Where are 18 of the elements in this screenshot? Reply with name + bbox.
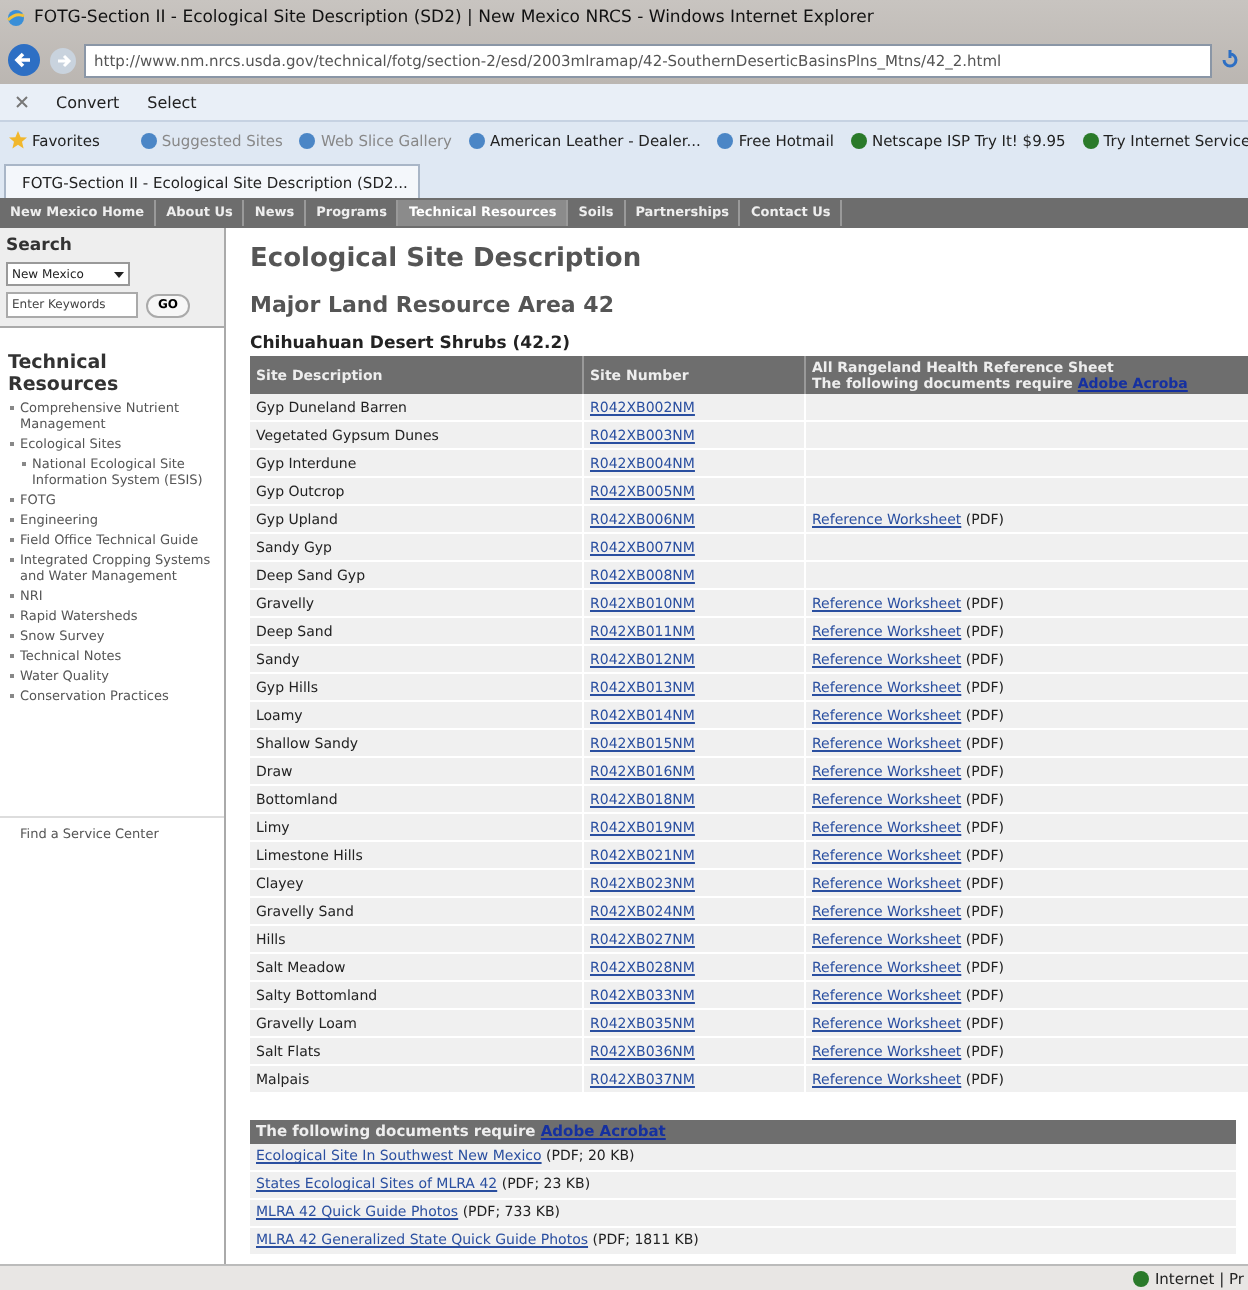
back-button[interactable] <box>6 42 42 78</box>
search-title: Search <box>6 236 74 256</box>
close-icon[interactable] <box>16 96 28 108</box>
globe-icon <box>849 131 868 149</box>
refresh-icon[interactable] <box>1218 48 1242 72</box>
globe-icon <box>1132 1269 1151 1287</box>
table-title: Chihuahuan Desert Shrubs (42.2) <box>250 334 573 354</box>
star-icon <box>8 130 28 150</box>
section-title: Technical Resources <box>6 350 121 400</box>
window-title: FOTG-Section II - Ecological Site Description (SD2) | New Mexico NRCS - Windows Internet Explorer <box>34 8 874 28</box>
forward-button[interactable] <box>48 45 78 75</box>
page-heading: Ecological Site Description <box>250 244 644 276</box>
globe-icon <box>1081 131 1100 149</box>
browser-logo-icon <box>6 8 26 28</box>
convert-button[interactable]: Convert <box>56 93 120 111</box>
page-subheading: Major Land Resource Area 42 <box>250 292 616 320</box>
caret-icon <box>114 271 124 277</box>
select-button[interactable]: Select <box>147 93 197 111</box>
